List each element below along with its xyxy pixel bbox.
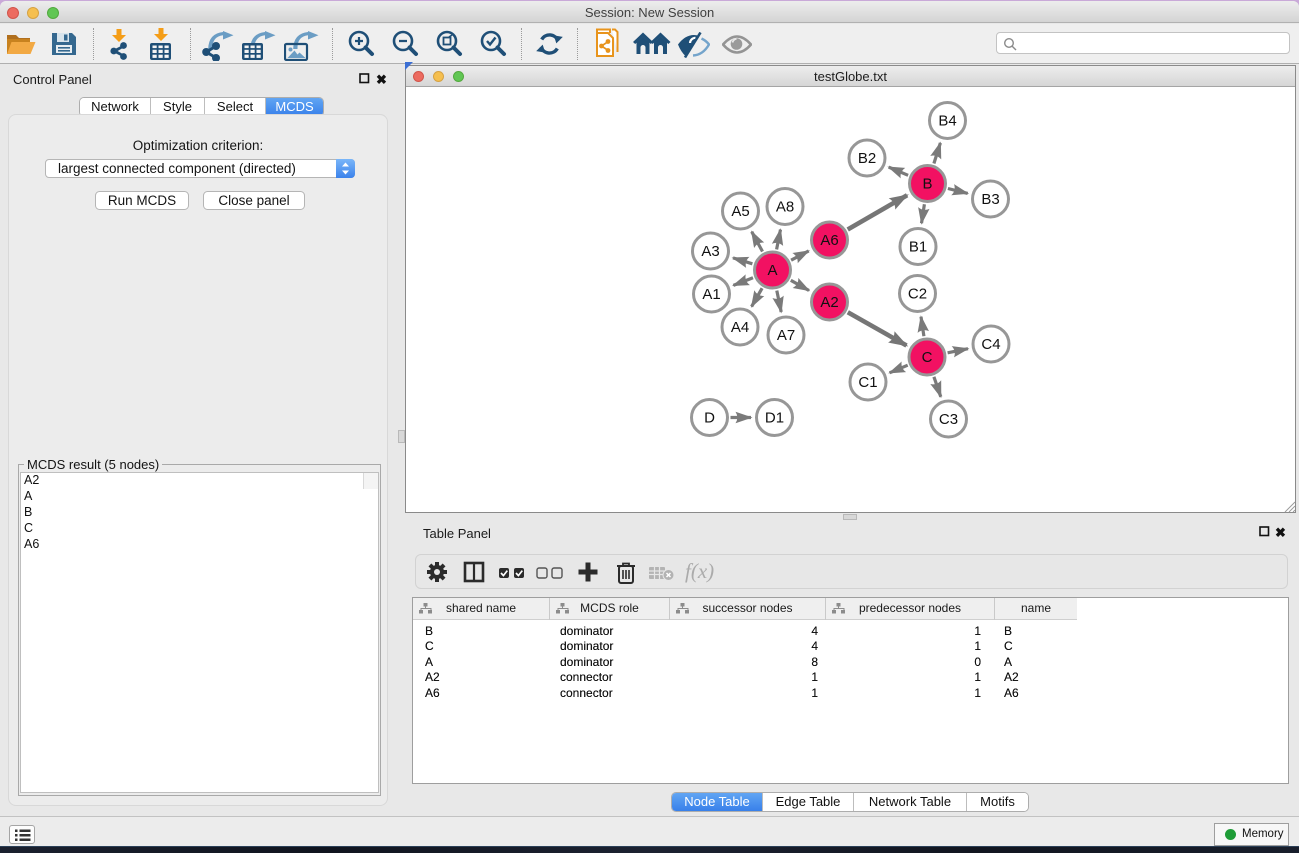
svg-text:C4: C4 — [981, 336, 1000, 353]
svg-text:B: B — [922, 176, 932, 193]
svg-text:A: A — [767, 262, 777, 279]
svg-text:A8: A8 — [776, 199, 794, 216]
svg-text:A4: A4 — [731, 319, 749, 336]
svg-text:A3: A3 — [701, 243, 719, 260]
svg-text:C1: C1 — [858, 374, 877, 391]
svg-text:A1: A1 — [702, 286, 720, 303]
svg-text:C3: C3 — [939, 411, 958, 428]
svg-text:D1: D1 — [765, 410, 784, 427]
svg-text:B4: B4 — [938, 113, 956, 130]
svg-text:A7: A7 — [777, 327, 795, 344]
svg-text:B1: B1 — [909, 239, 927, 256]
svg-text:C2: C2 — [908, 286, 927, 303]
svg-text:D: D — [704, 410, 715, 427]
svg-text:C: C — [922, 349, 933, 366]
svg-text:A6: A6 — [820, 232, 838, 249]
svg-text:A5: A5 — [731, 203, 749, 220]
svg-text:A2: A2 — [820, 294, 838, 311]
svg-text:B3: B3 — [981, 191, 999, 208]
svg-text:B2: B2 — [858, 150, 876, 167]
